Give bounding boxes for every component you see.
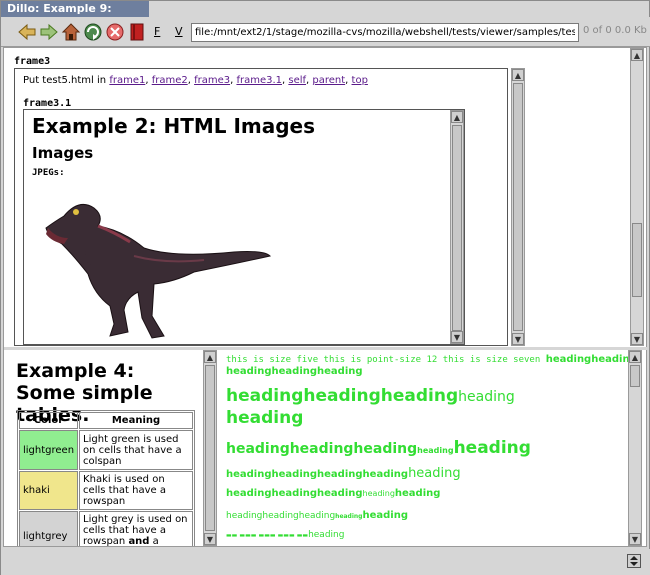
headings-scrollbar[interactable]: ▲ ▼ bbox=[628, 350, 642, 546]
heading-line: headingheadingheadingheadingheading bbox=[226, 488, 441, 499]
scroll-up-icon[interactable]: ▲ bbox=[629, 351, 641, 363]
frame3-1-title: frame3.1 bbox=[23, 98, 72, 109]
resize-icon[interactable] bbox=[627, 554, 641, 568]
meaning-cell: Khaki is used on cells that have a rowsp… bbox=[79, 471, 193, 510]
link-frame2[interactable]: frame2 bbox=[152, 75, 188, 86]
toolbar: F V 0 of 0 0.0 Kb bbox=[1, 17, 650, 47]
scroll-down-icon[interactable]: ▼ bbox=[512, 333, 524, 345]
link-parent[interactable]: parent bbox=[312, 75, 345, 86]
example2-heading: Example 2: HTML Images bbox=[32, 114, 316, 138]
color-cell: lightgreen bbox=[19, 430, 79, 470]
heading-line: headingheadingheadingheading bbox=[226, 386, 515, 406]
headings-frame: this is size five this is point-size 12 … bbox=[220, 350, 646, 546]
home-icon[interactable] bbox=[61, 22, 81, 42]
scroll-down-icon[interactable]: ▼ bbox=[451, 331, 463, 343]
jpegs-label: JPEGs: bbox=[32, 168, 65, 178]
file-menu-button[interactable]: F bbox=[154, 25, 160, 38]
url-input[interactable] bbox=[191, 23, 579, 42]
table-header: Color bbox=[19, 412, 79, 429]
scroll-up-icon[interactable]: ▲ bbox=[631, 49, 643, 61]
frame3-title: frame3 bbox=[14, 56, 51, 67]
link-frame1[interactable]: frame1 bbox=[109, 75, 145, 86]
frame3-box: Put test5.html in frame1, frame2, frame3… bbox=[14, 68, 525, 346]
frame3-1-box: Example 2: HTML Images Images JPEGs: ▲ ▼ bbox=[23, 109, 465, 345]
meaning-cell: Light grey is used on cells that have a … bbox=[79, 511, 193, 546]
frame-links-line: Put test5.html in frame1, frame2, frame3… bbox=[23, 75, 368, 86]
scroll-up-icon[interactable]: ▲ bbox=[451, 111, 463, 123]
table-row: lightgreen Light green is used on cells … bbox=[19, 430, 193, 470]
outer-top-scrollbar[interactable]: ▲ ▼ bbox=[630, 48, 644, 346]
table-header: Meaning bbox=[79, 412, 193, 429]
color-cell: khaki bbox=[19, 471, 79, 510]
scroll-down-icon[interactable]: ▼ bbox=[629, 533, 641, 545]
link-self[interactable]: self bbox=[288, 75, 306, 86]
page-content: frame3 Put test5.html in frame1, frame2,… bbox=[3, 47, 648, 547]
color-cell: lightgrey bbox=[19, 511, 79, 546]
heading-line: ▬▬ ▬▬▬ ▬▬▬ ▬▬▬ ▬▬heading bbox=[226, 530, 345, 540]
forward-arrow-icon[interactable] bbox=[39, 22, 59, 42]
back-arrow-icon[interactable] bbox=[17, 22, 37, 42]
heading-line: headingheadingheadingheadingheading bbox=[226, 510, 408, 521]
table-row: khaki Khaki is used on cells that have a… bbox=[19, 471, 193, 510]
scroll-thumb[interactable] bbox=[513, 83, 523, 331]
table-row: lightgrey Light grey is used on cells th… bbox=[19, 511, 193, 546]
bookmark-book-icon[interactable] bbox=[127, 22, 147, 42]
stop-icon[interactable] bbox=[105, 22, 125, 42]
scroll-thumb[interactable] bbox=[630, 365, 640, 387]
scroll-down-icon[interactable]: ▼ bbox=[204, 533, 216, 545]
frame3-1-scrollbar[interactable]: ▲ ▼ bbox=[450, 110, 464, 344]
window-title: Dillo: Example 9: Frames bbox=[1, 1, 149, 31]
size-text-line: this is size five this is point-size 12 … bbox=[226, 354, 637, 365]
example4-frame: Example 4: Some simple tables. Color Mea… bbox=[4, 350, 218, 546]
heading-line: heading bbox=[226, 408, 304, 428]
browser-window: Dillo: Example 9: Frames F V 0 of 0 bbox=[0, 0, 650, 575]
images-subheading: Images bbox=[32, 144, 94, 162]
heading-line: headingheadingheadingheadingheading bbox=[226, 438, 531, 458]
scroll-thumb[interactable] bbox=[452, 125, 462, 331]
example4-scrollbar[interactable]: ▲ ▼ bbox=[203, 350, 217, 546]
view-menu-button[interactable]: V bbox=[175, 25, 183, 38]
reload-icon[interactable] bbox=[83, 22, 103, 42]
link-frame3-1[interactable]: frame3.1 bbox=[236, 75, 282, 86]
scroll-thumb[interactable] bbox=[632, 223, 642, 297]
status-bar bbox=[1, 549, 650, 575]
links-intro: Put test5.html in bbox=[23, 75, 107, 86]
colors-table: Color Meaning lightgreen Light green is … bbox=[17, 410, 195, 546]
frame3-scrollbar[interactable]: ▲ ▼ bbox=[511, 68, 525, 346]
link-frame3[interactable]: frame3 bbox=[194, 75, 230, 86]
heading-line: headingheadingheading bbox=[226, 366, 363, 377]
scroll-down-icon[interactable]: ▼ bbox=[631, 333, 643, 345]
meaning-cell: Light green is used on cells that have a… bbox=[79, 430, 193, 470]
download-status: 0 of 0 0.0 Kb bbox=[583, 25, 647, 36]
scroll-up-icon[interactable]: ▲ bbox=[512, 69, 524, 81]
dinosaur-image bbox=[45, 203, 271, 339]
heading-line: headingheadingheadingheadingheading bbox=[226, 466, 461, 481]
link-top[interactable]: top bbox=[352, 75, 368, 86]
scroll-up-icon[interactable]: ▲ bbox=[204, 351, 216, 363]
scroll-thumb[interactable] bbox=[205, 365, 215, 531]
